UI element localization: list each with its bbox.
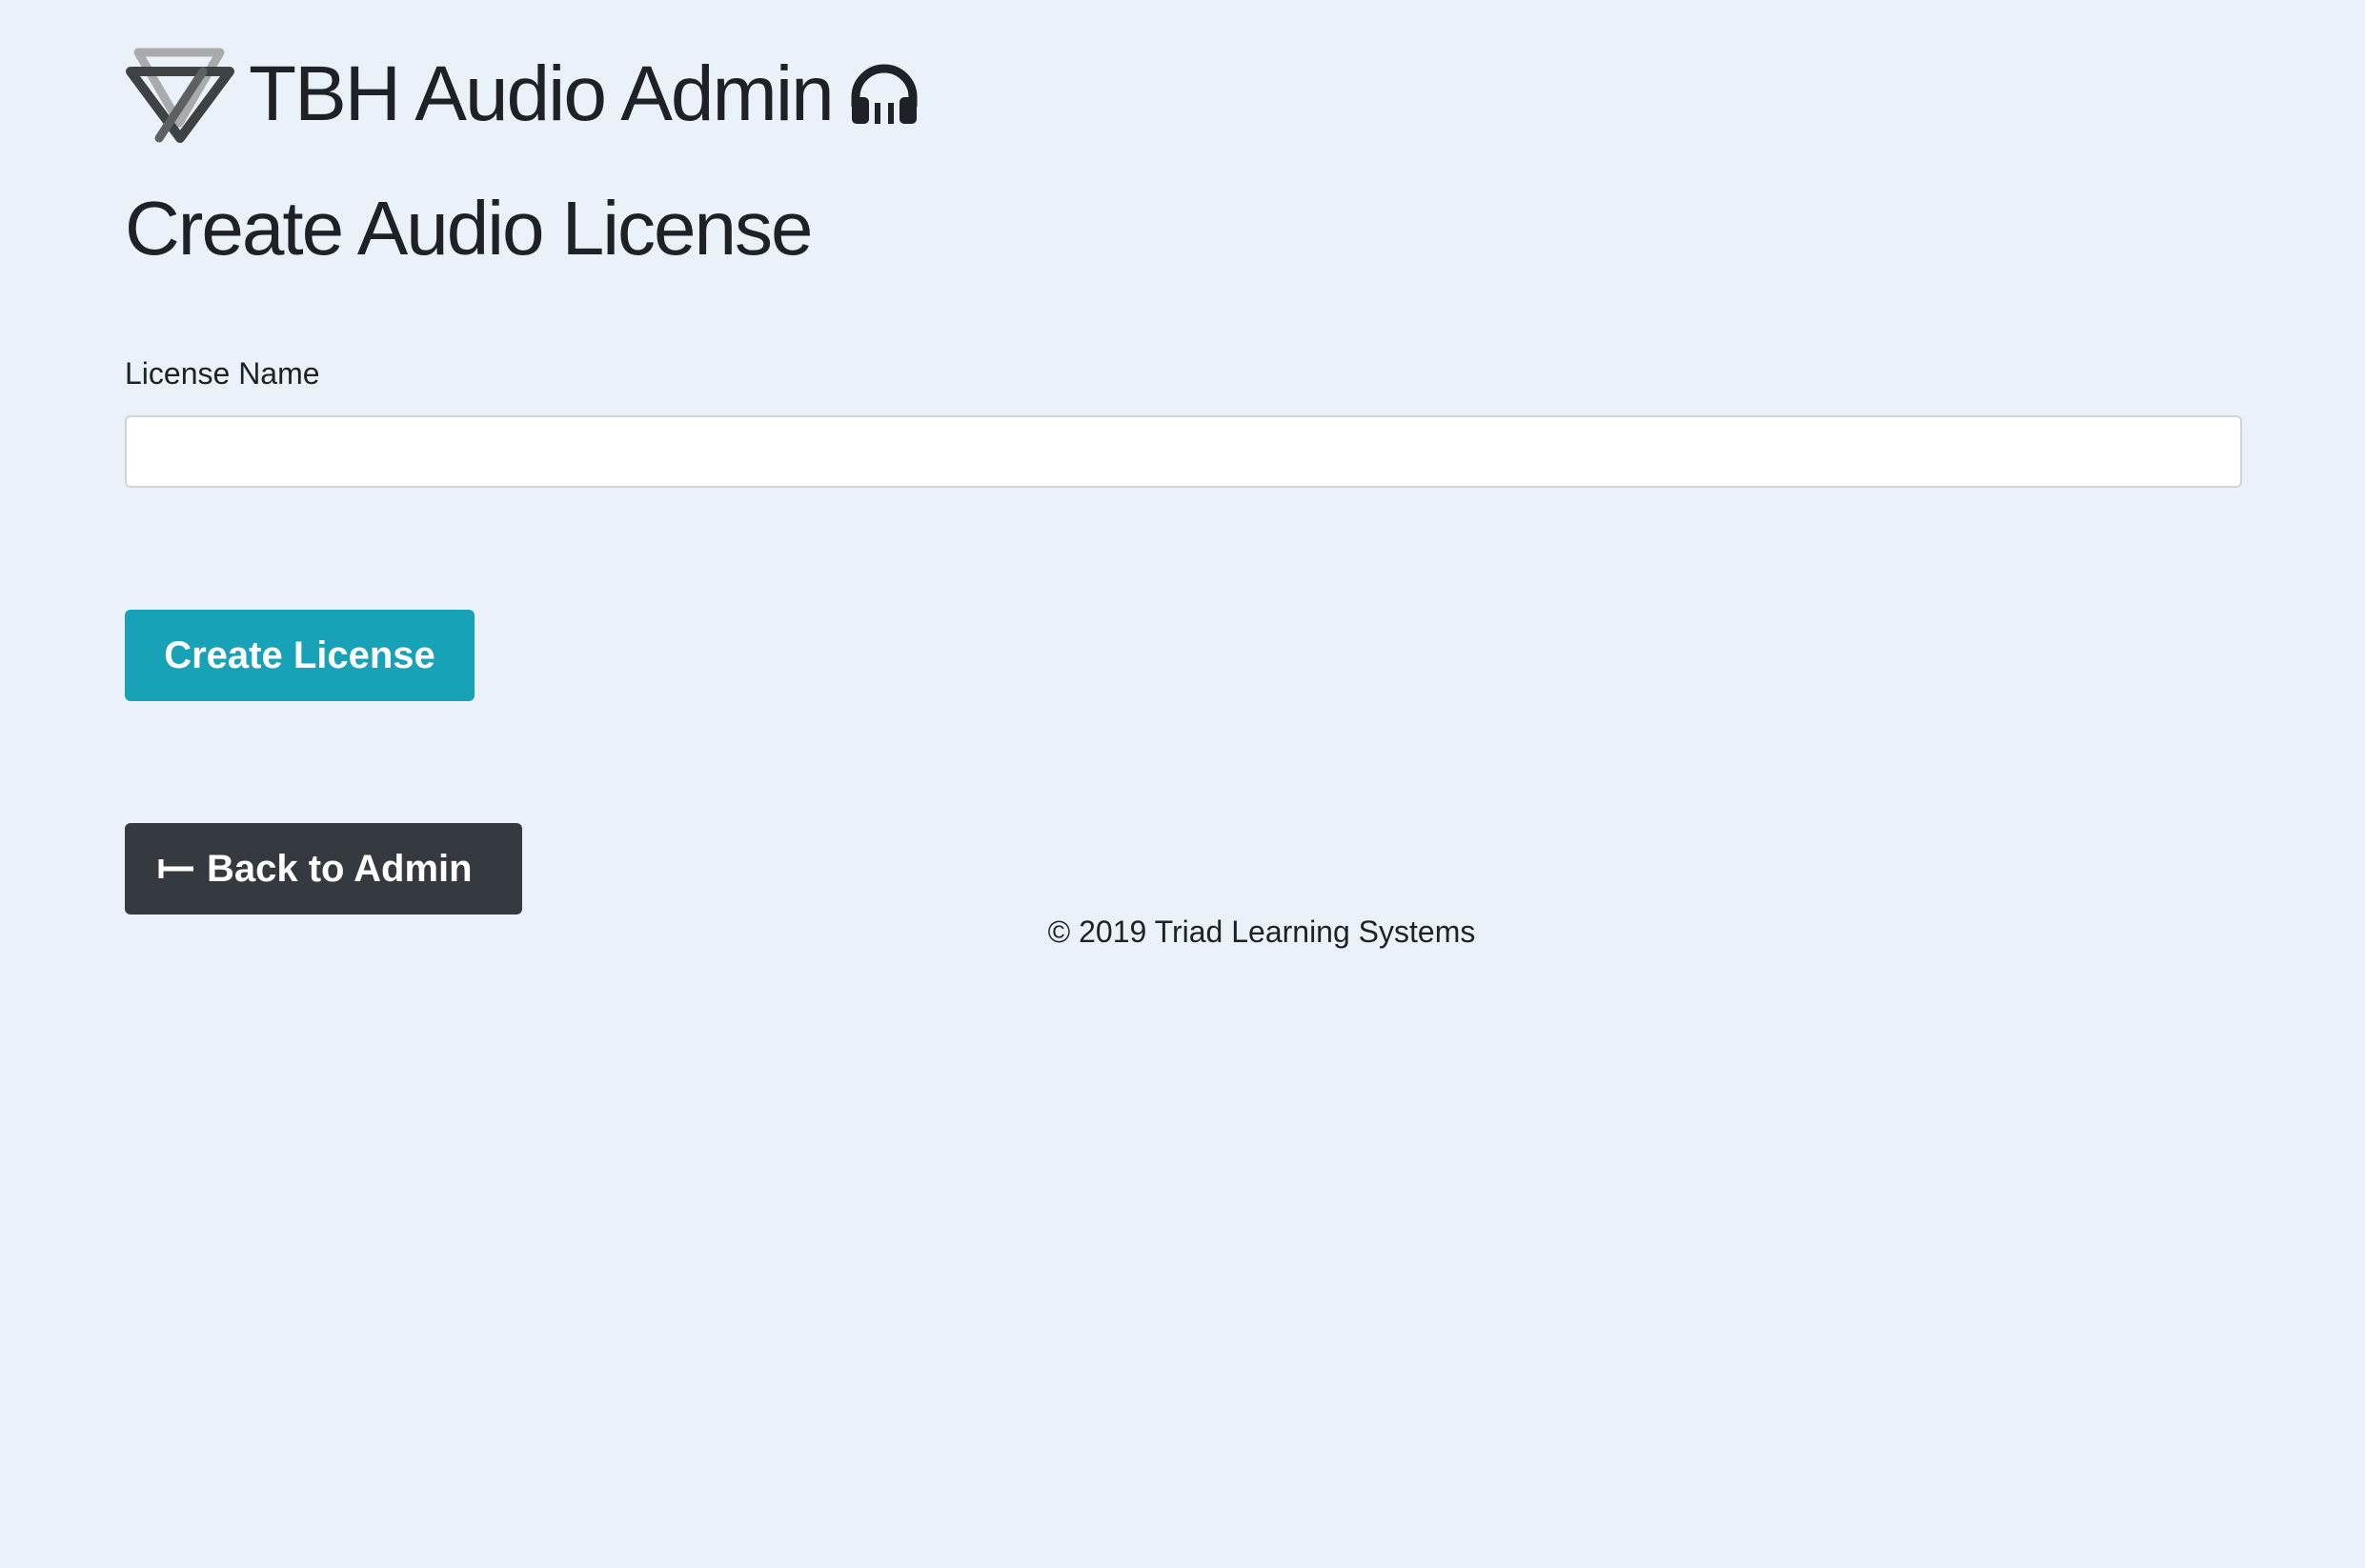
license-name-label: License Name (125, 356, 320, 391)
headphones-icon (851, 64, 918, 124)
create-license-label: Create License (164, 633, 435, 676)
triad-logo-icon (126, 48, 234, 143)
license-name-input[interactable] (125, 415, 2242, 488)
back-to-admin-label: Back to Admin (207, 847, 473, 890)
create-license-button[interactable]: Create License (125, 610, 475, 701)
app-title: TBH Audio Admin (249, 50, 835, 137)
footer: © 2019 Triad Learning Systems (125, 915, 2242, 950)
page-title: Create Audio License (125, 186, 814, 271)
brand-header: TBH Audio Admin (125, 42, 920, 147)
back-to-admin-button[interactable]: Back to Admin (125, 823, 522, 915)
copyright-text: © 2019 Triad Learning Systems (1047, 915, 1476, 949)
arrow-left-icon (158, 859, 193, 878)
